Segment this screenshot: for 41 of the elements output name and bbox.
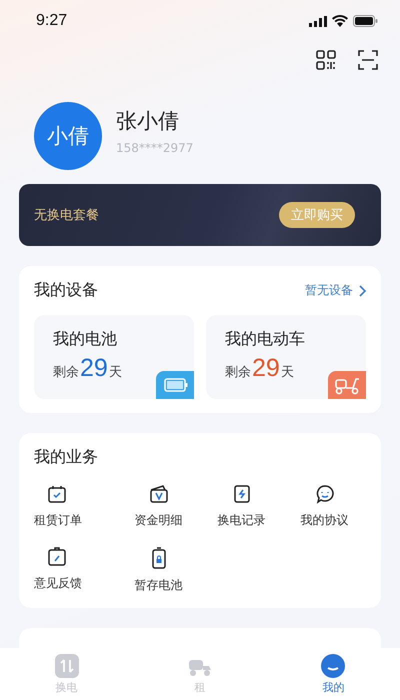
lightning-card-icon[interactable]: [232, 484, 252, 504]
user-name: 张小倩: [116, 108, 180, 135]
service-label[interactable]: 我的协议: [300, 512, 348, 529]
days-unit: 天: [108, 364, 122, 381]
wallet-icon[interactable]: [148, 484, 168, 504]
device-tile[interactable]: 我的电动车 剩余29天: [206, 315, 366, 399]
clipboard-pen-icon[interactable]: [47, 547, 67, 567]
status-time: 9:27: [36, 12, 68, 30]
chevron-right-icon: [359, 284, 366, 296]
device-tile[interactable]: 我的电池 剩余29天: [34, 315, 194, 399]
scooter-icon: [328, 371, 366, 399]
phone-number: 158****2977: [116, 141, 194, 155]
section-title: 我的业务: [34, 447, 98, 466]
service-label[interactable]: 暂存电池: [134, 577, 182, 594]
service-label[interactable]: 换电记录: [218, 512, 266, 529]
device-title: 我的电动车: [225, 329, 306, 350]
avatar: 小倩: [34, 102, 102, 170]
service-label[interactable]: 资金明细: [134, 512, 182, 529]
service-label[interactable]: 租赁订单: [34, 512, 82, 529]
no-device-link[interactable]: 暂无设备: [305, 282, 366, 299]
calendar-check-icon[interactable]: [47, 484, 67, 504]
smiley-chat-icon[interactable]: [314, 484, 334, 504]
battery-icon: [156, 371, 194, 399]
remaining-label: 剩余: [53, 364, 79, 381]
battery-icon: [353, 15, 378, 27]
service-label[interactable]: 意见反馈: [34, 575, 82, 592]
locked-battery-icon[interactable]: [152, 547, 166, 569]
scan-icon[interactable]: [358, 50, 378, 70]
days-count: 29: [252, 354, 280, 383]
tab[interactable]: 我的: [293, 654, 374, 694]
banner-text: 无换电套餐: [34, 207, 99, 224]
signal-icon: [309, 16, 327, 26]
device-title: 我的电池: [53, 329, 118, 350]
section-title: 我的设备: [34, 280, 98, 301]
swap-icon: [54, 654, 79, 678]
remaining-label: 剩余: [225, 364, 251, 381]
days-unit: 天: [280, 364, 294, 381]
days-count: 29: [80, 354, 108, 383]
profile-icon: [321, 654, 346, 678]
wifi-icon: [332, 15, 348, 27]
qr-code-icon[interactable]: [316, 50, 336, 70]
